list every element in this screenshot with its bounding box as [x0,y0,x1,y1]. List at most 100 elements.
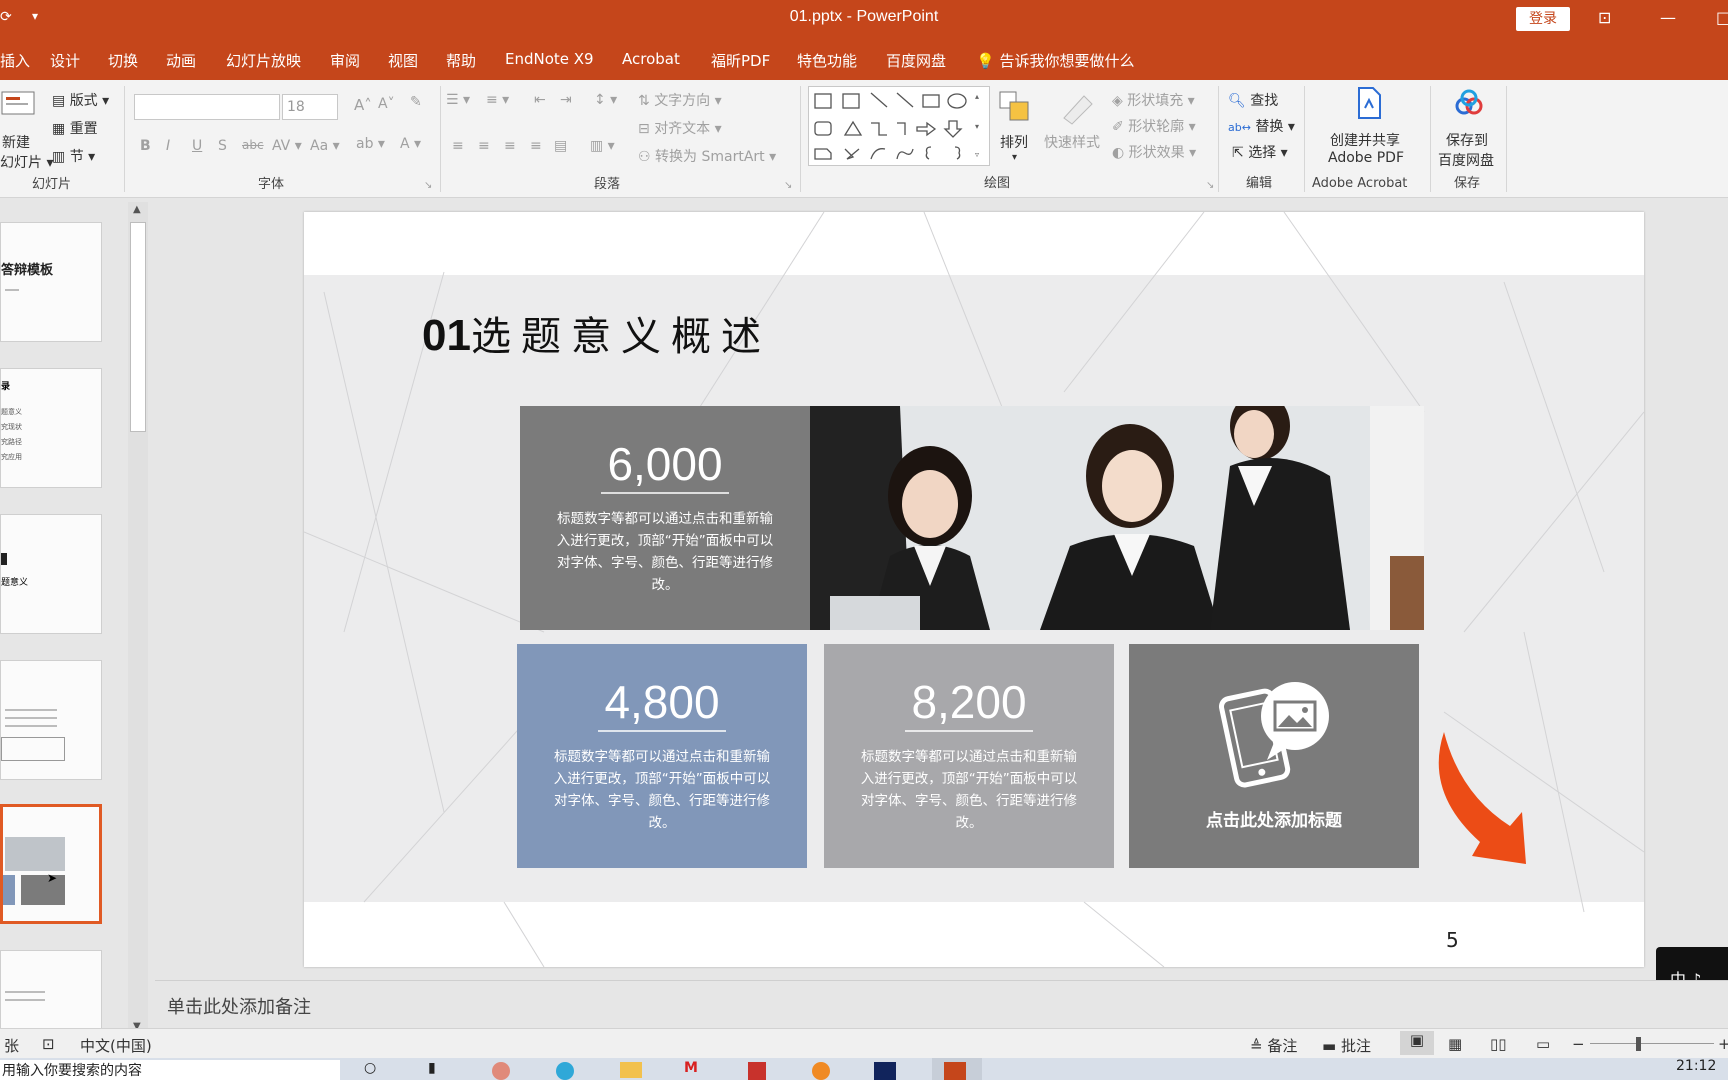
app-icon-m[interactable]: M [684,1060,698,1076]
bullets-icon[interactable]: ☰ ▾ [446,92,470,108]
tab-baidu-netdisk[interactable]: 百度网盘 [886,50,946,71]
clear-format-icon[interactable]: ✎ [410,94,422,110]
slideshow-view-icon[interactable]: ▭ [1536,1035,1550,1053]
add-title-card[interactable]: 点击此处添加标题 [1129,644,1419,868]
login-button[interactable]: 登录 [1516,7,1570,31]
columns-icon[interactable]: ▥ ▾ [590,138,615,154]
notes-pane[interactable]: 单击此处添加备注 [155,980,1728,1026]
line-spacing-icon[interactable]: ↕ ▾ [594,92,617,108]
scrollbar-thumb[interactable] [130,222,146,432]
align-left-icon[interactable]: ≡ [452,138,464,154]
paragraph-dialog-launcher-icon[interactable]: ↘ [784,180,792,191]
language-indicator[interactable]: 中文(中国) [80,1035,152,1056]
tab-endnote[interactable]: EndNote X9 [505,50,594,68]
tab-view[interactable]: 视图 [388,50,418,71]
underline-icon[interactable]: U [192,138,202,154]
tab-transitions[interactable]: 切换 [108,50,138,71]
layout-button[interactable]: ▤ 版式 ▾ [52,90,109,110]
shape-fill-button[interactable]: ◈ 形状填充 ▾ [1112,90,1195,110]
business-people-photo[interactable] [810,406,1424,630]
create-pdf-icon[interactable] [1354,86,1384,124]
slide-thumbnail-active[interactable]: ➤ [0,804,102,924]
reset-button[interactable]: ▦ 重置 [52,118,98,138]
search-icon[interactable]: ○ [364,1060,376,1076]
tab-acrobat[interactable]: Acrobat [622,50,680,68]
slide-thumbnail[interactable] [0,660,102,780]
shape-outline-button[interactable]: ✐ 形状轮廓 ▾ [1112,116,1196,136]
app-icon-browser[interactable] [492,1062,510,1080]
task-view-icon[interactable]: ▮ [428,1060,436,1076]
zoom-out-icon[interactable]: − [1572,1035,1585,1053]
photoshop-icon[interactable] [874,1062,896,1080]
comments-toggle[interactable]: ▬ 批注 [1322,1035,1371,1056]
arrange-button[interactable]: 排列 [1000,132,1028,152]
ribbon-display-icon[interactable]: ⊡ [1598,8,1611,27]
slide-canvas[interactable]: 01选题意义概述 6,000 标题数字等都可以通过点击和重新输入进行更改，顶部“… [304,212,1644,967]
section-button[interactable]: ▥ 节 ▾ [52,146,95,166]
shape-effects-button[interactable]: ◐ 形状效果 ▾ [1112,142,1196,162]
new-slide-icon[interactable] [0,88,40,122]
align-center-icon[interactable]: ≡ [478,138,490,154]
save-to-baidu-button[interactable]: 保存到 [1446,130,1488,150]
quick-styles-icon[interactable] [1058,88,1098,132]
tell-me-search[interactable]: 💡 告诉我你想要做什么 [976,50,1134,71]
tab-animations[interactable]: 动画 [166,50,196,71]
font-size-combo[interactable]: 18 [282,94,338,120]
stat-card-2[interactable]: 4,800 标题数字等都可以通过点击和重新输入进行更改，顶部“开始”面板中可以对… [517,644,807,868]
tab-insert[interactable]: 插入 [0,50,30,71]
font-color-icon[interactable]: A ▾ [400,136,421,152]
zoom-slider-track[interactable] [1590,1043,1714,1044]
distributed-icon[interactable]: ▤ [554,138,567,154]
thumbnail-scrollbar[interactable]: ▲ ▼ [128,202,148,1032]
minimize-icon[interactable]: — [1660,8,1676,27]
tab-design[interactable]: 设计 [50,50,80,71]
find-button[interactable]: 🔍︎ 查找 [1228,90,1278,110]
drawing-dialog-launcher-icon[interactable]: ↘ [1206,180,1214,191]
decrease-font-icon[interactable]: A˅ [378,96,395,112]
new-slide-button[interactable]: 新建 [2,132,30,152]
shapes-gallery[interactable]: ▴ ▾ ▿ [808,86,990,166]
notes-toggle[interactable]: ≜ 备注 [1250,1035,1297,1056]
slide-sorter-icon[interactable]: ▦ [1448,1035,1462,1053]
app-icon-orange[interactable] [812,1062,830,1080]
replace-button[interactable]: ab↔ 替换 ▾ [1228,116,1295,136]
tab-foxit-pdf[interactable]: 福昕PDF [711,50,770,71]
slide-title[interactable]: 01选题意义概述 [422,304,771,362]
restore-icon[interactable]: □ [1716,8,1728,27]
arrange-dropdown-icon[interactable]: ▾ [1012,152,1017,163]
slide-thumbnail[interactable]: 录 题意义 究现状 究路径 究应用 [0,368,102,488]
font-dialog-launcher-icon[interactable]: ↘ [424,180,432,191]
quick-styles-button[interactable]: 快速样式 [1044,132,1100,152]
text-direction-button[interactable]: ⇅ 文字方向 ▾ [638,90,722,110]
baidu-cloud-icon[interactable] [1454,88,1484,122]
zoom-in-icon[interactable]: + [1718,1035,1728,1053]
stat-card-1[interactable]: 6,000 标题数字等都可以通过点击和重新输入进行更改，顶部“开始”面板中可以对… [520,406,810,630]
increase-indent-icon[interactable]: ⇥ [560,92,572,108]
highlight-icon[interactable]: ab ▾ [356,136,385,152]
stat-card-3[interactable]: 8,200 标题数字等都可以通过点击和重新输入进行更改，顶部“开始”面板中可以对… [824,644,1114,868]
normal-view-icon[interactable]: ▣ [1400,1031,1434,1055]
tab-review[interactable]: 审阅 [330,50,360,71]
shadow-icon[interactable]: S [218,138,227,154]
slide-thumbnail[interactable]: 题意义 [0,514,102,634]
convert-smartart-button[interactable]: ⚇ 转换为 SmartArt ▾ [638,146,776,166]
scroll-up-icon[interactable]: ▲ [133,204,141,215]
save-to-baidu-label2[interactable]: 百度网盘 [1438,150,1494,170]
align-text-button[interactable]: ⊟ 对齐文本 ▾ [638,118,722,138]
new-slide-label2[interactable]: 幻灯片 ▾ [0,152,53,172]
system-clock[interactable]: 21:12 [1676,1058,1716,1074]
security-app-icon[interactable] [748,1062,766,1080]
align-right-icon[interactable]: ≡ [504,138,516,154]
decrease-indent-icon[interactable]: ⇤ [534,92,546,108]
numbering-icon[interactable]: ≡ ▾ [486,92,509,108]
bold-icon[interactable]: B [140,138,151,154]
edge-icon[interactable] [556,1062,574,1080]
tab-help[interactable]: 帮助 [446,50,476,71]
italic-icon[interactable]: I [166,138,170,154]
change-case-icon[interactable]: Aa ▾ [310,138,340,154]
accessibility-icon[interactable]: ⊡ [42,1035,55,1053]
increase-font-icon[interactable]: A˄ [354,96,372,114]
zoom-slider-thumb[interactable] [1636,1037,1641,1051]
reading-view-icon[interactable]: ▯▯ [1490,1035,1507,1053]
font-name-combo[interactable] [134,94,280,120]
